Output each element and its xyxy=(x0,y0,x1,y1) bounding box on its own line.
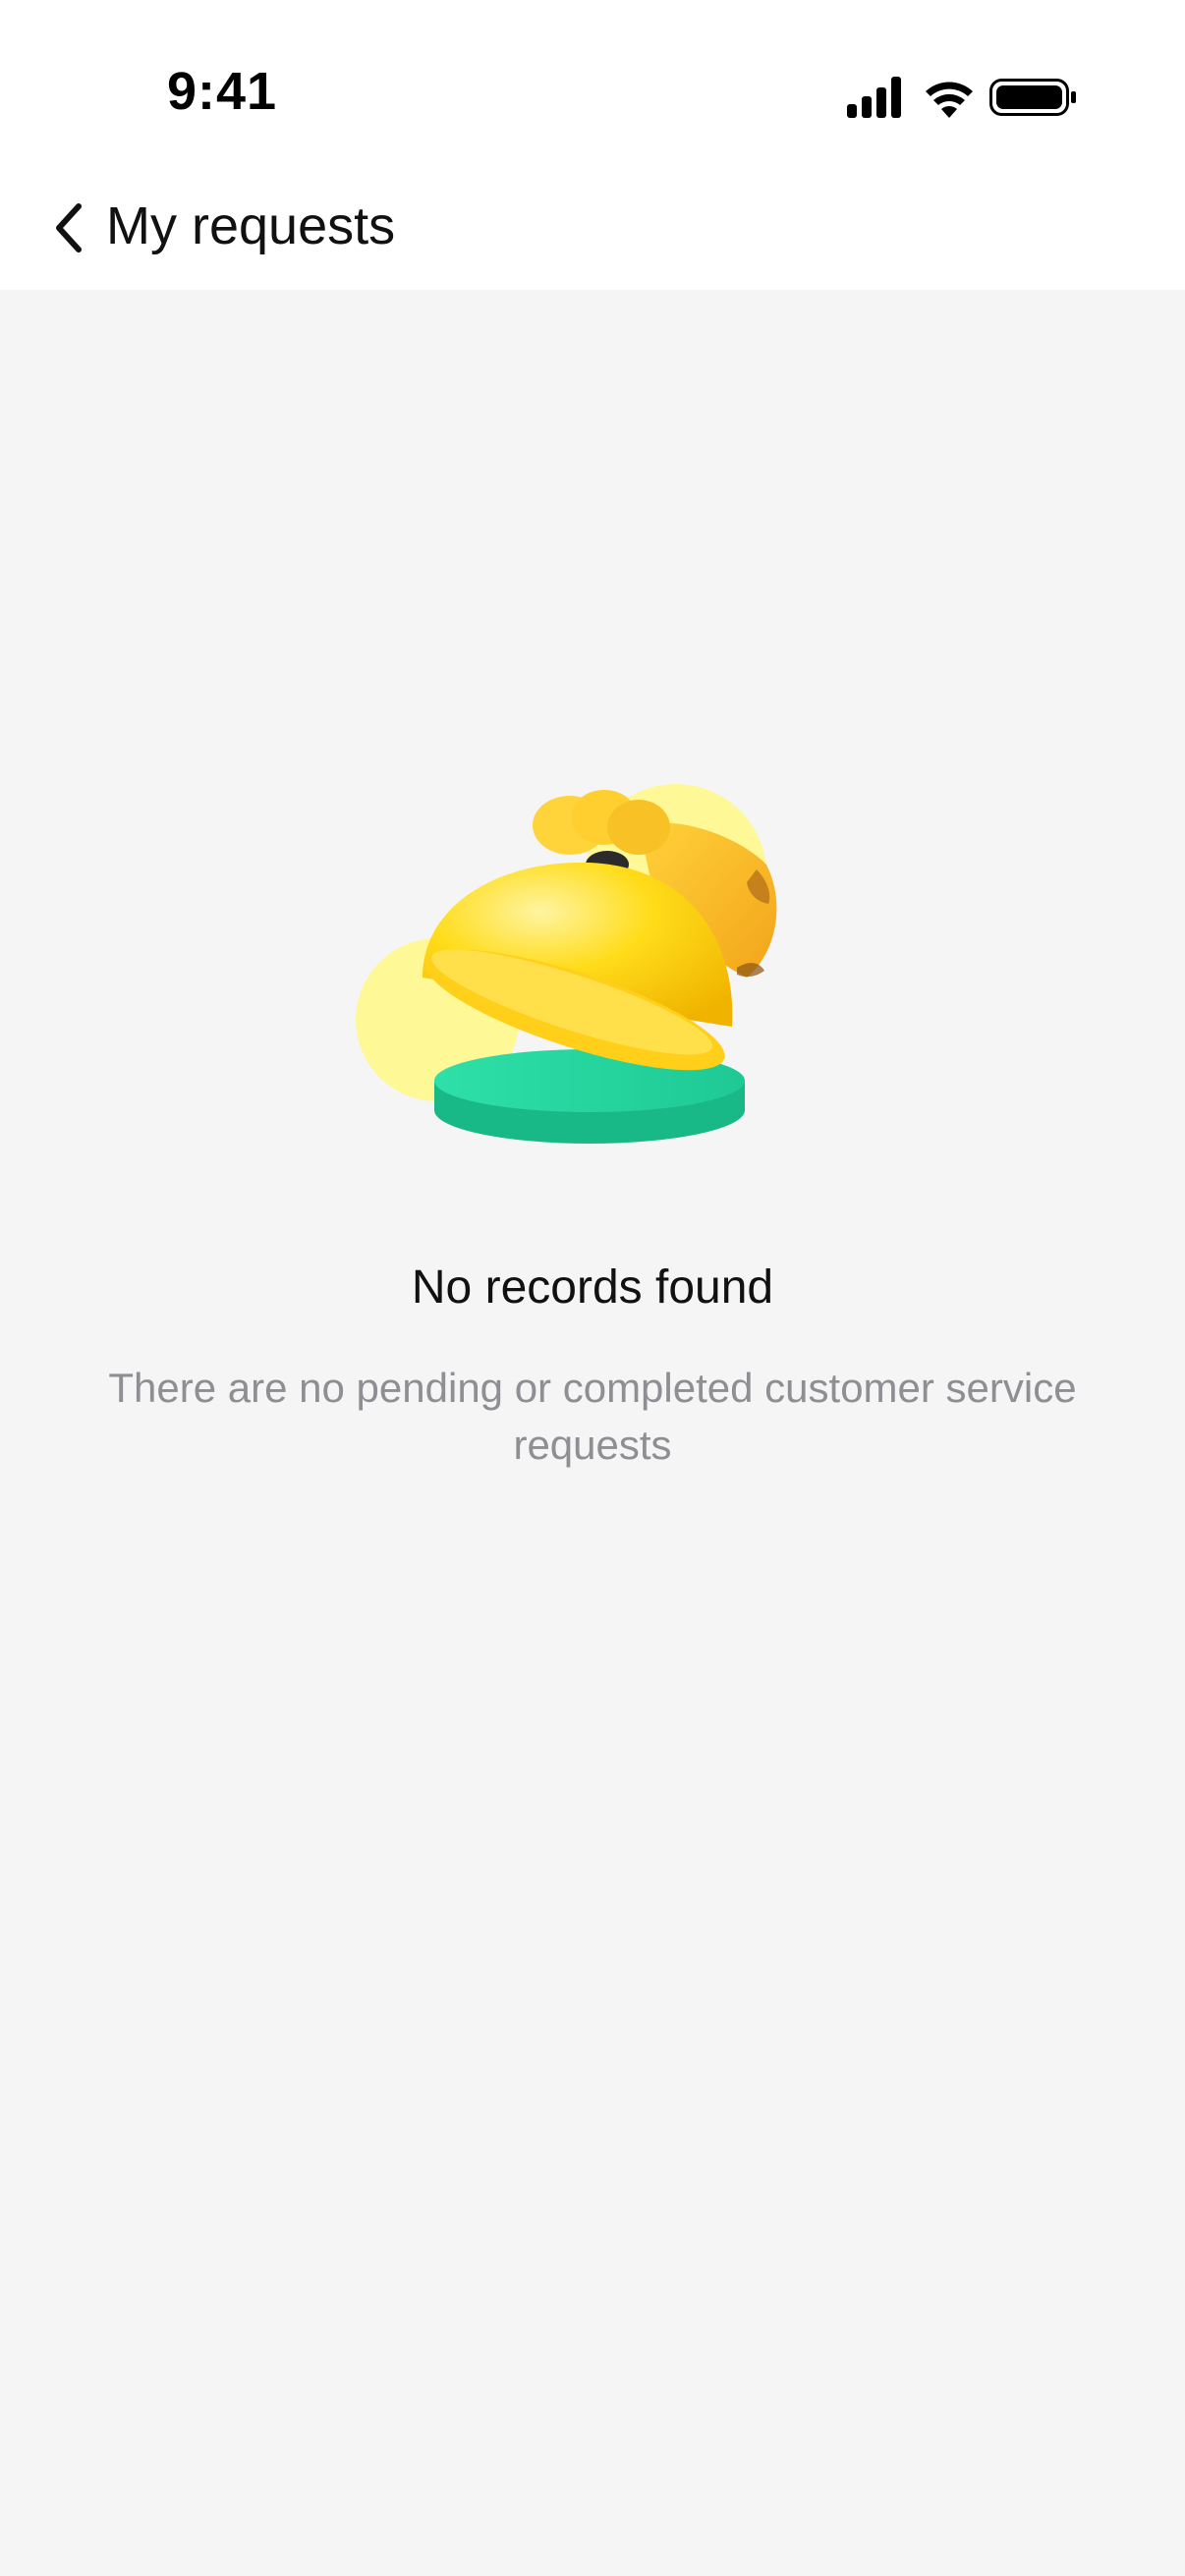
battery-icon xyxy=(989,79,1076,116)
back-button[interactable] xyxy=(29,189,108,267)
nav-bar: My requests xyxy=(0,167,1185,290)
status-icons xyxy=(847,77,1076,118)
empty-state-description: There are no pending or completed custom… xyxy=(108,1365,1077,1468)
wifi-icon xyxy=(926,82,973,118)
empty-state-title: No records found xyxy=(411,1261,774,1314)
service-bell-illustration xyxy=(356,784,777,1144)
status-time: 9:41 xyxy=(167,62,278,121)
chevron-left-icon xyxy=(56,203,82,252)
page-title: My requests xyxy=(106,196,396,255)
status-bar: 9:41 xyxy=(0,0,1185,167)
cellular-signal-icon xyxy=(847,77,901,118)
